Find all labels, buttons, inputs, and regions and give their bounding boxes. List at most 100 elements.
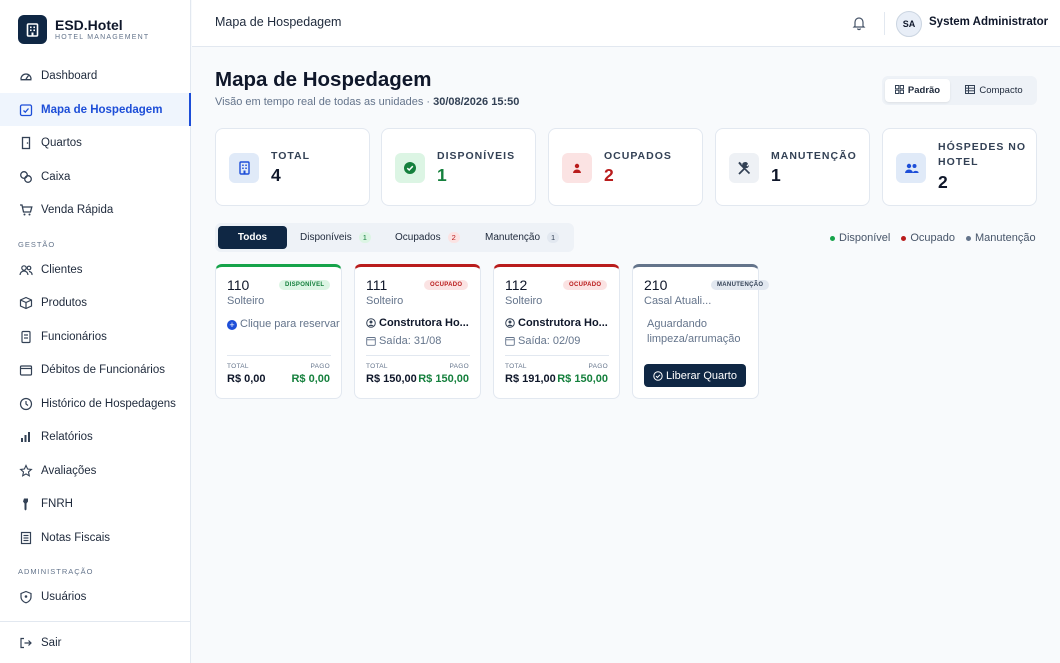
view-compact-button[interactable]: Compacto (954, 79, 1034, 102)
view-compact-label: Compacto (979, 85, 1023, 96)
paid-label: PAGO (310, 363, 330, 370)
check-circle-icon (395, 153, 425, 183)
guest-name: Construtora Ho... (366, 317, 476, 329)
chart-icon (18, 429, 33, 444)
filter-count: 2 (447, 232, 460, 243)
filter-tab-manutencao[interactable]: Manutenção 1 (485, 226, 560, 249)
view-standard-button[interactable]: Padrão (885, 79, 950, 102)
stat-value: 1 (437, 165, 447, 185)
section-administracao: ADMINISTRAÇÃO (18, 567, 94, 576)
box-icon (18, 295, 33, 310)
user-name[interactable]: System Administrator (929, 16, 1048, 28)
sidebar-item-label: Venda Rápida (41, 203, 114, 216)
bell-icon[interactable] (851, 15, 867, 31)
sidebar-item-label: FNRH (41, 497, 73, 510)
page-title: Mapa de Hospedagem (215, 68, 432, 91)
sidebar-item-venda-rapida[interactable]: Venda Rápida (0, 193, 191, 226)
stat-value: 1 (771, 165, 781, 185)
stat-value: 2 (938, 172, 948, 192)
subtitle-datetime: 30/08/2026 15:50 (433, 96, 520, 108)
filter-tab-ocupados[interactable]: Ocupados 2 (395, 226, 460, 249)
sidebar-item-label: Débitos de Funcionários (41, 363, 166, 376)
filter-count: 1 (358, 232, 371, 243)
receipt-icon (18, 530, 33, 545)
sidebar-item-mapa-de-hospedagem[interactable]: Mapa de Hospedagem (0, 93, 191, 126)
check-circle-icon (653, 370, 663, 381)
table-icon (965, 84, 976, 97)
paid-label: PAGO (449, 363, 469, 370)
sidebar-item-clientes[interactable]: Clientes (0, 253, 191, 286)
room-card-112[interactable]: 112 Solteiro OCUPADO Construtora Ho... S… (493, 264, 620, 399)
stat-label: MANUTENÇÃO (771, 150, 857, 162)
sidebar-item-debitos-de-funcionarios[interactable]: Débitos de Funcionários (0, 353, 191, 386)
legend-item-maintenance: Manutenção (966, 232, 1036, 244)
green-dot-icon (830, 235, 835, 241)
sidebar-item-produtos[interactable]: Produtos (0, 286, 191, 319)
card-divider (505, 355, 609, 356)
sidebar-item-fnrh[interactable]: FNRH (0, 487, 191, 520)
sidebar-item-label: Produtos (41, 296, 88, 309)
sidebar-item-notas-fiscais[interactable]: Notas Fiscais (0, 521, 191, 554)
room-type: Casal Atuali... (644, 295, 712, 307)
sidebar-item-quartos[interactable]: Quartos (0, 126, 191, 159)
logout-label: Sair (41, 636, 62, 649)
sidebar-item-caixa[interactable]: Caixa (0, 160, 191, 193)
reserve-text: Clique para reservar (240, 318, 340, 330)
filter-label: Ocupados (395, 232, 441, 243)
sidebar-item-relatorios[interactable]: Relatórios (0, 420, 191, 453)
stat-value: 2 (604, 165, 614, 185)
stat-label: DISPONÍVEIS (437, 150, 516, 162)
sidebar-item-funcionarios[interactable]: Funcionários (0, 320, 191, 353)
guest-name-text: Construtora Ho... (379, 317, 469, 329)
avatar[interactable]: SA (896, 11, 922, 37)
person-icon (562, 153, 592, 183)
calendar-icon (366, 336, 376, 346)
release-room-button[interactable]: Liberar Quarto (644, 364, 746, 387)
paid-value: R$ 0,00 (291, 373, 330, 385)
building-icon (229, 153, 259, 183)
room-card-110[interactable]: 110 Solteiro DISPONÍVEL + Clique para res… (215, 264, 342, 399)
stat-label: OCUPADOS (604, 150, 672, 162)
sidebar-item-usuarios[interactable]: Usuários (0, 580, 191, 613)
sidebar-item-label: Clientes (41, 263, 83, 276)
user-circle-icon (505, 318, 515, 328)
room-number: 111 (366, 277, 388, 293)
total-label: TOTAL (227, 363, 249, 370)
pen-icon (18, 496, 33, 511)
paid-label: PAGO (588, 363, 608, 370)
sidebar-item-historico-de-hospedagens[interactable]: Histórico de Hospedagens (0, 387, 191, 420)
dashboard-icon (18, 68, 33, 83)
legend-item-occupied: Ocupado (901, 232, 955, 244)
reserve-link[interactable]: + Clique para reservar (227, 317, 340, 332)
checkout-text: Saída: 02/09 (518, 335, 581, 347)
sidebar-item-label: Usuários (41, 590, 87, 603)
sidebar-item-label: Avaliações (41, 464, 97, 477)
cart-icon (18, 202, 33, 217)
room-card-210[interactable]: 210 Casal Atuali... MANUTENÇÃO Aguardand… (632, 264, 770, 399)
logout-button[interactable]: Sair (0, 626, 191, 659)
filter-tab-disponiveis[interactable]: Disponíveis 1 (300, 226, 371, 249)
filter-tab-todos[interactable]: Todos (218, 226, 287, 249)
room-type: Solteiro (366, 295, 404, 307)
grid-icon (894, 84, 904, 97)
badge-icon (18, 329, 33, 344)
guest-name: Construtora Ho... (505, 317, 615, 329)
brand[interactable]: ESD.Hotel HOTEL MANAGEMENT (18, 15, 149, 44)
header-title: Mapa de Hospedagem (215, 15, 342, 29)
legend-label: Manutenção (975, 232, 1036, 244)
group-icon (896, 153, 926, 183)
map-icon (18, 102, 33, 117)
sidebar-item-dashboard[interactable]: Dashboard (0, 59, 191, 92)
room-type: Solteiro (505, 295, 543, 307)
paid-value: R$ 150,00 (557, 373, 608, 385)
legend-item-available: Disponível (830, 232, 890, 244)
topbar: Mapa de Hospedagem SA System Administrat… (192, 0, 1060, 47)
section-gestao: GESTÃO (18, 240, 56, 249)
cash-icon (18, 169, 33, 184)
checkout-date: Saída: 02/09 (505, 335, 580, 347)
history-icon (18, 396, 33, 411)
room-card-111[interactable]: 111 Solteiro OCUPADO Construtora Ho... S… (354, 264, 481, 399)
sidebar-item-avaliacoes[interactable]: Avaliações (0, 454, 191, 487)
user-circle-icon (366, 318, 376, 328)
release-room-label: Liberar Quarto (666, 369, 737, 382)
